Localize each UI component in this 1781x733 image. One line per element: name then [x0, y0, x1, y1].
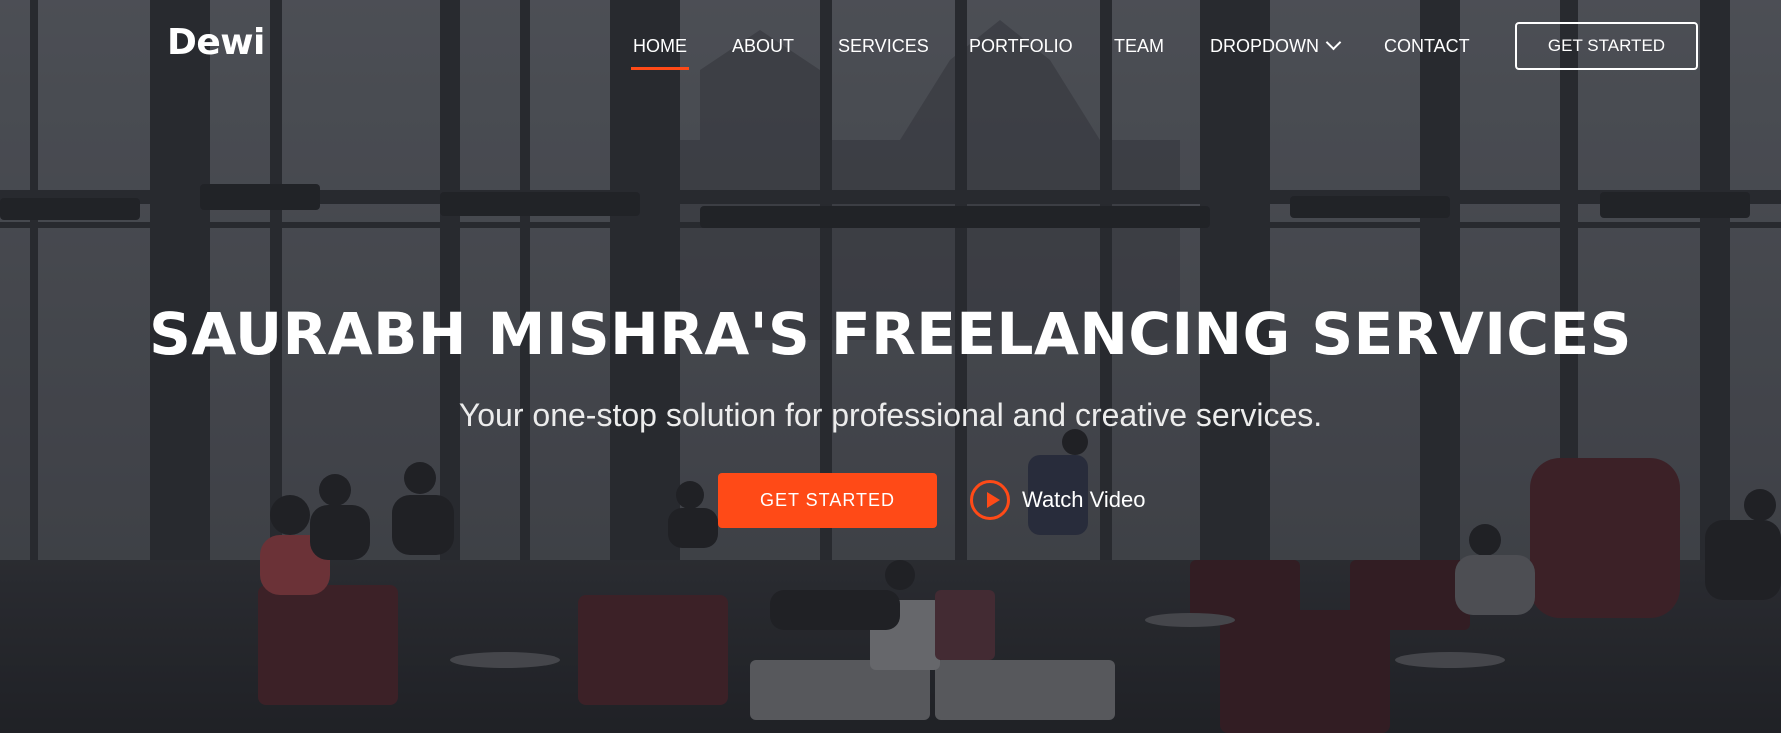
nav-item-home[interactable]: HOME: [631, 34, 689, 70]
get-started-button[interactable]: GET STARTED: [718, 473, 937, 528]
chevron-down-icon: [1325, 34, 1342, 51]
nav-item-dropdown[interactable]: DROPDOWN: [1210, 34, 1342, 58]
nav-item-portfolio[interactable]: PORTFOLIO: [969, 34, 1073, 58]
nav-item-services[interactable]: SERVICES: [838, 34, 929, 58]
hero-section: Dewi HOME ABOUT SERVICES PORTFOLIO TEAM …: [0, 0, 1781, 733]
play-circle-icon: [970, 480, 1010, 520]
watch-video-link[interactable]: Watch Video: [970, 477, 1146, 523]
nav-item-about[interactable]: ABOUT: [732, 34, 794, 58]
hero-subtitle: Your one-stop solution for professional …: [458, 397, 1323, 433]
header-get-started-button[interactable]: GET STARTED: [1515, 22, 1698, 70]
nav-item-contact[interactable]: CONTACT: [1384, 34, 1470, 58]
watch-video-label: Watch Video: [1022, 487, 1146, 512]
hero-title: SAURABH MISHRA'S FREELANCING SERVICES: [149, 300, 1632, 368]
nav-item-team[interactable]: TEAM: [1114, 34, 1164, 58]
brand-logo[interactable]: Dewi: [167, 22, 265, 63]
site-header: Dewi HOME ABOUT SERVICES PORTFOLIO TEAM …: [0, 0, 1781, 95]
nav-item-dropdown-label: DROPDOWN: [1210, 36, 1319, 56]
